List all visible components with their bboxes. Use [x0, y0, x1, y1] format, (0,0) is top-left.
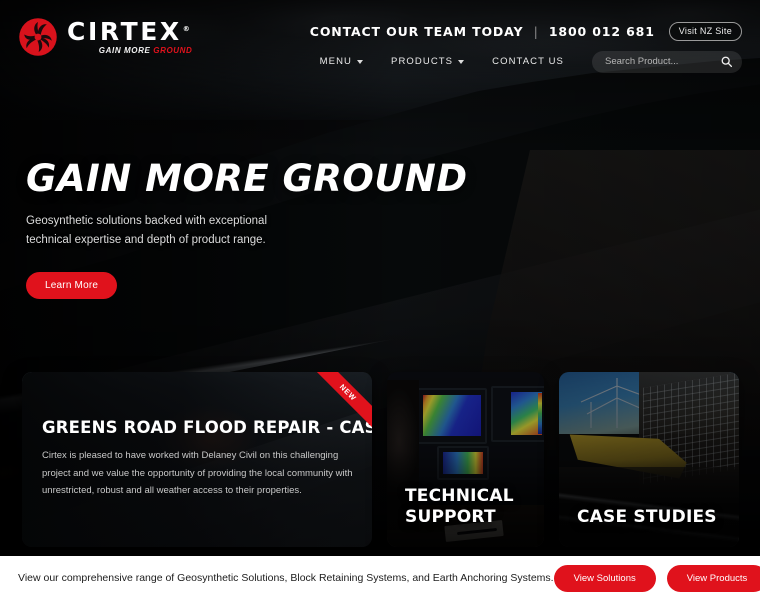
- bottom-cta-buttons: View Solutions View Products: [553, 564, 760, 592]
- chevron-down-icon: [357, 59, 364, 64]
- card-case-study-featured[interactable]: NEW GREENS ROAD FLOOD REPAIR - CASE STUD…: [22, 372, 372, 547]
- logo-tagline-white: GAIN MORE: [98, 46, 151, 55]
- search-box[interactable]: [592, 50, 742, 73]
- nav-item-products[interactable]: PRODUCTS: [377, 50, 478, 73]
- contact-row: CONTACT OUR TEAM TODAY | 1800 012 681 Vi…: [310, 22, 742, 41]
- learn-more-button[interactable]: Learn More: [26, 271, 118, 299]
- nav-item-menu[interactable]: MENU: [306, 50, 377, 73]
- new-ribbon-badge: NEW: [306, 372, 372, 438]
- logo-wordmark: CIRTEX GAIN MORE GROUND: [67, 19, 192, 55]
- site-logo[interactable]: CIRTEX GAIN MORE GROUND: [18, 17, 192, 57]
- search-icon[interactable]: [720, 55, 733, 68]
- bottom-cta-text: View our comprehensive range of Geosynth…: [18, 572, 554, 584]
- main-navigation: MENU PRODUCTS CONTACT US: [306, 50, 742, 73]
- card-technical-support-line1: TECHNICAL: [405, 485, 514, 506]
- view-products-button[interactable]: View Products: [666, 564, 760, 592]
- hero-subtitle: Geosynthetic solutions backed with excep…: [26, 215, 268, 246]
- nav-item-products-label: PRODUCTS: [391, 56, 454, 67]
- contact-separator: |: [533, 24, 539, 39]
- logo-tagline-red: GROUND: [153, 46, 193, 55]
- contact-text: CONTACT OUR TEAM TODAY | 1800 012 681: [310, 24, 655, 39]
- page-root: CIRTEX GAIN MORE GROUND CONTACT OUR TEAM…: [0, 0, 760, 600]
- top-bar: CIRTEX GAIN MORE GROUND CONTACT OUR TEAM…: [0, 0, 760, 84]
- card-case-studies[interactable]: CASE STUDIES: [559, 372, 739, 547]
- nav-item-menu-label: MENU: [319, 56, 353, 67]
- hero-title: GAIN MORE GROUND: [26, 157, 468, 200]
- card-case-studies-label: CASE STUDIES: [577, 507, 717, 528]
- new-ribbon-label: NEW: [306, 372, 372, 435]
- nav-item-contact-us[interactable]: CONTACT US: [478, 50, 578, 73]
- card-technical-support[interactable]: TECHNICAL SUPPORT: [387, 372, 544, 547]
- contact-phone[interactable]: 1800 012 681: [549, 24, 655, 39]
- hero-content: GAIN MORE GROUND Geosynthetic solutions …: [26, 160, 468, 299]
- logo-name: CIRTEX: [67, 19, 192, 44]
- view-solutions-button[interactable]: View Solutions: [553, 564, 656, 592]
- feature-cards: NEW GREENS ROAD FLOOD REPAIR - CASE STUD…: [0, 372, 760, 547]
- card-technical-support-label: TECHNICAL SUPPORT: [405, 486, 514, 530]
- visit-nz-site-button[interactable]: Visit NZ Site: [668, 22, 742, 41]
- bottom-cta-bar: View our comprehensive range of Geosynth…: [0, 556, 760, 600]
- chevron-down-icon: [458, 59, 465, 64]
- contact-label: CONTACT OUR TEAM TODAY: [309, 24, 524, 39]
- logo-tagline: GAIN MORE GROUND: [67, 47, 192, 55]
- swirl-logo-icon: [19, 18, 57, 56]
- card-technical-support-line2: SUPPORT: [405, 507, 496, 528]
- nav-item-contact-us-label: CONTACT US: [492, 56, 564, 67]
- card-case-study-text: Cirtex is pleased to have worked with De…: [42, 450, 353, 497]
